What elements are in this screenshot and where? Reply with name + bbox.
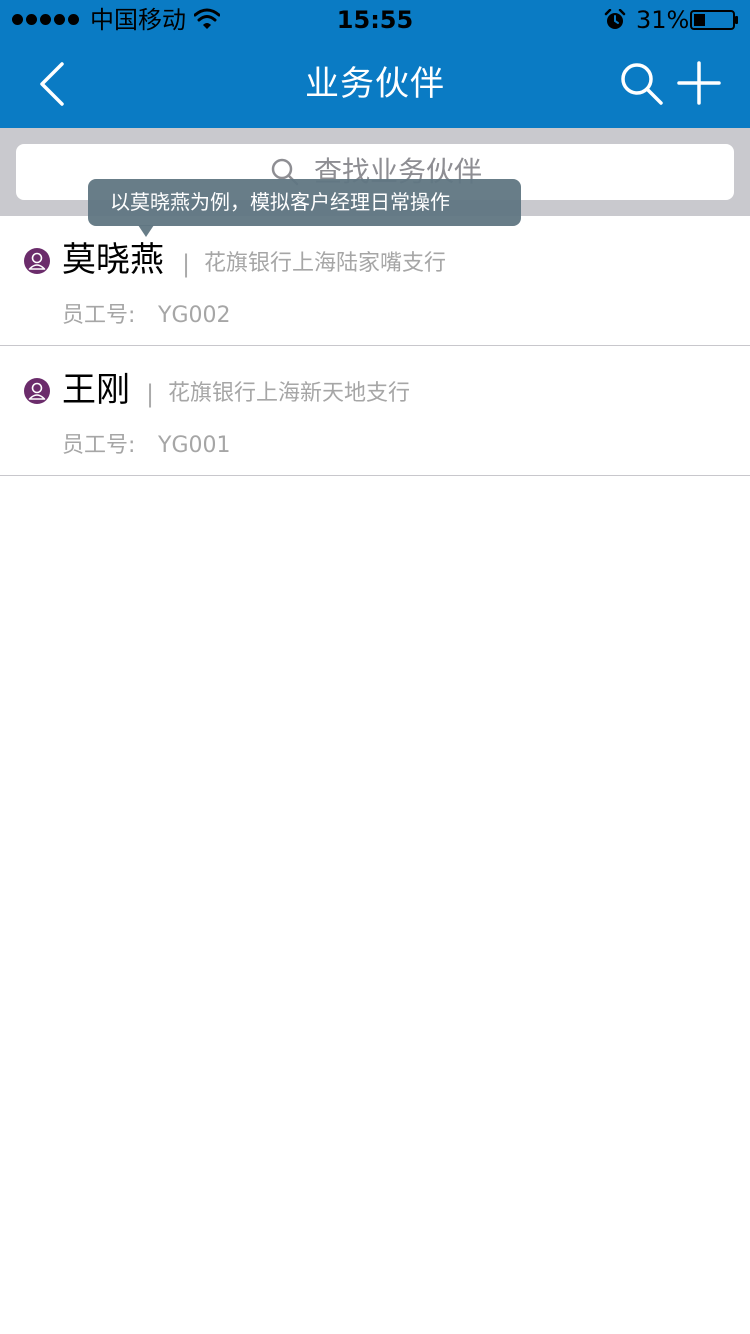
add-button[interactable] [676, 60, 722, 106]
employee-id-label: 员工号: [62, 433, 136, 458]
name-divider: | [182, 250, 191, 278]
nav-bar: 业务伙伴 [0, 40, 750, 128]
screen: 中国移动 15:55 31% 业务伙伴 查找业务伙伴 以莫晓燕为例，模拟客户经理… [0, 0, 750, 1334]
partner-branch: 花旗银行上海陆家嘴支行 [204, 251, 447, 276]
partner-list: 莫晓燕 | 花旗银行上海陆家嘴支行 员工号: YG002 王刚 | 花旗银行上海… [0, 216, 750, 476]
battery-icon [690, 10, 738, 30]
employee-id: YG001 [158, 433, 231, 458]
partner-name: 王刚 [62, 370, 130, 410]
tooltip-arrow [138, 225, 154, 237]
employee-id-label: 员工号: [62, 303, 136, 328]
alarm-icon [604, 9, 626, 29]
person-avatar-icon [24, 248, 50, 274]
person-avatar-icon [24, 378, 50, 404]
employee-id: YG002 [158, 303, 231, 328]
name-divider: | [146, 380, 155, 408]
partner-name: 莫晓燕 [62, 240, 164, 280]
search-button[interactable] [618, 60, 666, 108]
partner-branch: 花旗银行上海新天地支行 [168, 381, 411, 406]
list-item[interactable]: 莫晓燕 | 花旗银行上海陆家嘴支行 员工号: YG002 [0, 216, 750, 346]
status-bar: 中国移动 15:55 31% [0, 0, 750, 40]
guide-tooltip: 以莫晓燕为例，模拟客户经理日常操作 [88, 179, 521, 226]
battery-percent: 31% [636, 6, 690, 34]
list-item[interactable]: 王刚 | 花旗银行上海新天地支行 员工号: YG001 [0, 346, 750, 476]
